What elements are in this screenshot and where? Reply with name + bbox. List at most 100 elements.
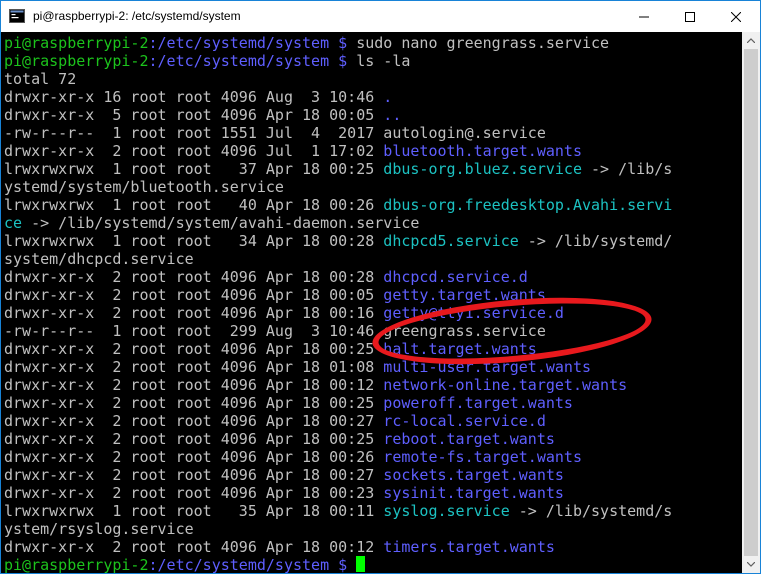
scroll-up-button[interactable] [742, 32, 760, 49]
terminal-text: system/dhcpcd.service [4, 250, 194, 268]
terminal-text: -> /lib/s [581, 160, 673, 178]
terminal-text: sockets.target.wants [383, 466, 564, 484]
scrollbar-thumb[interactable] [744, 49, 758, 556]
terminal-text: drwxr-xr-x 2 root root 4096 Apr 18 00:16 [4, 304, 384, 322]
terminal-line: drwxr-xr-x 2 root root 4096 Apr 18 00:28… [4, 268, 528, 286]
terminal-text: drwxr-xr-x 2 root root 4096 Apr 18 00:25 [4, 430, 384, 448]
terminal-line: drwxr-xr-x 2 root root 4096 Apr 18 00:05… [4, 286, 546, 304]
terminal-line: drwxr-xr-x 2 root root 4096 Apr 18 00:12… [4, 538, 555, 556]
terminal-text: drwxr-xr-x 2 root root 4096 Apr 18 00:23 [4, 484, 384, 502]
terminal-text: sudo nano greengrass.service [356, 34, 610, 52]
terminal-line: -rw-r--r-- 1 root root 1551 Jul 4 2017 a… [4, 124, 546, 142]
terminal-text: drwxr-xr-x 5 root root 4096 Apr 18 00:05 [4, 106, 384, 124]
terminal-text: lrwxrwxrwx 1 root root 35 Apr 18 00:11 [4, 502, 384, 520]
terminal-line: pi@raspberrypi-2:/etc/systemd/system $ l… [4, 52, 410, 70]
terminal-line: -rw-r--r-- 1 root root 299 Aug 3 10:46 g… [4, 322, 546, 340]
terminal-text: drwxr-xr-x 2 root root 4096 Apr 18 00:25 [4, 394, 384, 412]
title-bar[interactable]: pi@raspberrypi-2: /etc/systemd/system [1, 1, 760, 32]
close-button[interactable] [713, 1, 759, 32]
terminal-line: ystem/rsyslog.service [4, 520, 194, 538]
terminal-text: drwxr-xr-x 2 root root 4096 Apr 18 01:08 [4, 358, 384, 376]
terminal-text: poweroff.target.wants [383, 394, 573, 412]
terminal-line: drwxr-xr-x 2 root root 4096 Apr 18 00:16… [4, 304, 564, 322]
terminal-text: ystem/rsyslog.service [4, 520, 194, 538]
terminal-text: . [383, 88, 393, 106]
terminal-line: total 72 [4, 70, 76, 88]
terminal-text: dhcpcd5.service [383, 232, 519, 250]
terminal-text: :/etc/systemd/system $ [148, 556, 357, 573]
terminal-text: drwxr-xr-x 2 root root 4096 Apr 18 00:27 [4, 412, 384, 430]
terminal-output[interactable]: pi@raspberrypi-2:/etc/systemd/system $ s… [1, 32, 742, 573]
terminal-line: system/dhcpcd.service [4, 250, 194, 268]
terminal-text: :/etc/systemd/system $ [148, 34, 357, 52]
terminal-text: -> /lib/systemd/ [518, 232, 673, 250]
terminal-text: drwxr-xr-x 2 root root 4096 Apr 18 00:25 [4, 340, 384, 358]
terminal-line: drwxr-xr-x 2 root root 4096 Jul 1 17:02 … [4, 142, 582, 160]
terminal-text: ls -la [356, 52, 411, 70]
terminal-line: ystemd/system/bluetooth.service [4, 178, 284, 196]
terminal-text: ce [4, 214, 23, 232]
chevron-up-icon [747, 38, 755, 43]
terminal-text: syslog.service [383, 502, 510, 520]
terminal-text: drwxr-xr-x 2 root root 4096 Jul 1 17:02 [4, 142, 384, 160]
terminal-text: -rw-r--r-- 1 root root 1551 Jul 4 2017 a… [4, 124, 546, 142]
terminal-text: .. [383, 106, 402, 124]
terminal-text: pi@raspberrypi-2 [4, 556, 149, 573]
terminal-line: lrwxrwxrwx 1 root root 37 Apr 18 00:25 d… [4, 160, 672, 178]
terminal-text: :/etc/systemd/system $ [148, 52, 357, 70]
terminal-text: -> /lib/systemd/system/avahi-daemon.serv… [22, 214, 420, 232]
terminal-line: drwxr-xr-x 5 root root 4096 Apr 18 00:05… [4, 106, 401, 124]
terminal-cursor [356, 556, 366, 572]
window-title: pi@raspberrypi-2: /etc/systemd/system [33, 9, 241, 23]
terminal-text: drwxr-xr-x 2 root root 4096 Apr 18 00:12 [4, 376, 384, 394]
terminal-line: drwxr-xr-x 2 root root 4096 Apr 18 00:27… [4, 412, 546, 430]
terminal-line: lrwxrwxrwx 1 root root 34 Apr 18 00:28 d… [4, 232, 672, 250]
terminal-text: ystemd/system/bluetooth.service [4, 178, 284, 196]
terminal-text: dbus-org.freedesktop.Avahi.servi [383, 196, 673, 214]
scroll-down-button[interactable] [742, 556, 760, 573]
chevron-down-icon [747, 562, 755, 567]
terminal-line: drwxr-xr-x 2 root root 4096 Apr 18 00:12… [4, 376, 627, 394]
maximize-icon [685, 11, 695, 22]
terminal-text: halt.target.wants [383, 340, 537, 358]
terminal-text: network-online.target.wants [383, 376, 628, 394]
minimize-button[interactable] [621, 1, 667, 32]
terminal-text: -> /lib/systemd/s [509, 502, 673, 520]
terminal-text: multi-user.target.wants [383, 358, 592, 376]
terminal-text: sysinit.target.wants [383, 484, 564, 502]
terminal-text: dhcpcd.service.d [383, 268, 528, 286]
terminal-window: pi@raspberrypi-2: /etc/systemd/system pi… [0, 0, 761, 574]
terminal-line: lrwxrwxrwx 1 root root 35 Apr 18 00:11 s… [4, 502, 672, 520]
terminal-text: drwxr-xr-x 16 root root 4096 Aug 3 10:46 [4, 88, 384, 106]
terminal-text: total 72 [4, 70, 77, 88]
terminal-line: pi@raspberrypi-2:/etc/systemd/system $ s… [4, 34, 609, 52]
terminal-text: rc-local.service.d [383, 412, 546, 430]
vertical-scrollbar[interactable] [742, 32, 760, 573]
terminal-line: pi@raspberrypi-2:/etc/systemd/system $ [4, 556, 366, 573]
terminal-text: pi@raspberrypi-2 [4, 52, 149, 70]
terminal-text: lrwxrwxrwx 1 root root 40 Apr 18 00:26 [4, 196, 384, 214]
terminal-text: reboot.target.wants [383, 430, 555, 448]
terminal-text: drwxr-xr-x 2 root root 4096 Apr 18 00:28 [4, 268, 384, 286]
terminal-line: drwxr-xr-x 2 root root 4096 Apr 18 00:25… [4, 340, 537, 358]
putty-terminal-icon [9, 9, 25, 23]
terminal-text: lrwxrwxrwx 1 root root 37 Apr 18 00:25 [4, 160, 384, 178]
terminal-line: drwxr-xr-x 16 root root 4096 Aug 3 10:46… [4, 88, 392, 106]
terminal-text: drwxr-xr-x 2 root root 4096 Apr 18 00:27 [4, 466, 384, 484]
terminal-line: drwxr-xr-x 2 root root 4096 Apr 18 00:23… [4, 484, 564, 502]
minimize-icon [639, 16, 649, 17]
terminal-text: drwxr-xr-x 2 root root 4096 Apr 18 00:12 [4, 538, 384, 556]
close-icon [731, 11, 741, 22]
terminal-line: drwxr-xr-x 2 root root 4096 Apr 18 00:27… [4, 466, 564, 484]
terminal-text: remote-fs.target.wants [383, 448, 582, 466]
terminal-text: dbus-org.bluez.service [383, 160, 582, 178]
terminal-text: bluetooth.target.wants [383, 142, 582, 160]
terminal-text: lrwxrwxrwx 1 root root 34 Apr 18 00:28 [4, 232, 384, 250]
terminal-text: getty@tty1.service.d [383, 304, 564, 322]
terminal-text: drwxr-xr-x 2 root root 4096 Apr 18 00:05 [4, 286, 384, 304]
maximize-button[interactable] [667, 1, 713, 32]
terminal-text: -rw-r--r-- 1 root root 299 Aug 3 10:46 g… [4, 322, 546, 340]
terminal-line: drwxr-xr-x 2 root root 4096 Apr 18 00:25… [4, 394, 573, 412]
terminal-text: drwxr-xr-x 2 root root 4096 Apr 18 00:26 [4, 448, 384, 466]
terminal-line: drwxr-xr-x 2 root root 4096 Apr 18 00:25… [4, 430, 555, 448]
